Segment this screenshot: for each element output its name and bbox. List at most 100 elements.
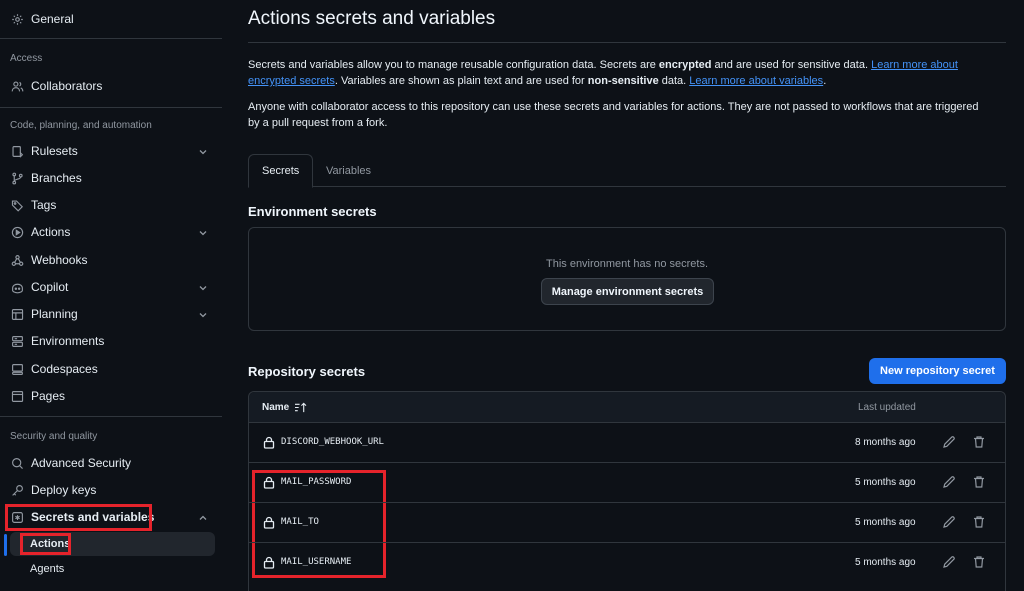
sidebar-item-label: General [31, 12, 74, 26]
table-row: DISCORD_WEBHOOK_URL 8 months ago [249, 423, 1005, 463]
sidebar-item-label: Webhooks [31, 253, 88, 267]
pencil-icon[interactable] [942, 475, 956, 489]
lock-icon [263, 436, 275, 449]
secret-name: MAIL_PASSWORD [281, 477, 352, 487]
sidebar-item-label: Branches [31, 171, 82, 185]
sidebar-item-planning[interactable]: Planning [4, 301, 216, 327]
chevron-down-icon [198, 309, 208, 319]
browser-icon [11, 390, 24, 403]
description-text: . Variables are shown as plain text and … [334, 75, 588, 87]
sidebar-item-general[interactable]: General [4, 6, 216, 32]
manage-environment-secrets-button[interactable]: Manage environment secrets [541, 278, 714, 305]
chevron-down-icon [198, 282, 208, 292]
secret-last-updated: 5 months ago [855, 557, 916, 568]
learn-more-variables-link[interactable]: Learn more about variables [689, 75, 823, 87]
lock-icon [263, 476, 275, 489]
sidebar-item-webhooks[interactable]: Webhooks [4, 247, 216, 273]
pencil-icon[interactable] [942, 435, 956, 449]
sidebar-item-label: Environments [31, 334, 105, 348]
secret-last-updated: 5 months ago [855, 517, 916, 528]
chevron-up-icon [198, 512, 208, 522]
repo-push-icon [11, 145, 24, 158]
lock-icon [263, 556, 275, 569]
tab-variables[interactable]: Variables [313, 154, 384, 187]
server-icon [11, 335, 24, 348]
sidebar-item-deploy-keys[interactable]: Deploy keys [4, 477, 216, 503]
description-text: . [823, 75, 827, 87]
collaborator-note: Anyone with collaborator access to this … [248, 101, 979, 129]
sidebar-item-collaborators[interactable]: Collaborators [4, 73, 216, 99]
sidebar-item-label: Actions [31, 225, 71, 239]
sidebar-item-label: Planning [31, 307, 78, 321]
sidebar-item-label: Copilot [31, 280, 69, 294]
highlight-box-actions [20, 533, 71, 555]
highlight-box-secrets [5, 504, 152, 531]
section-heading-code: Code, planning, and automation [10, 120, 152, 131]
sidebar-item-label: Codespaces [31, 362, 98, 376]
sidebar-item-label: Deploy keys [31, 483, 97, 497]
description-bold: non-sensitive [587, 75, 659, 87]
secret-name: DISCORD_WEBHOOK_URL [281, 437, 384, 447]
new-repository-secret-button[interactable]: New repository secret [869, 358, 1006, 384]
sidebar-subitem-agents[interactable]: Agents [10, 557, 215, 581]
description-text: and are used for sensitive data. [711, 59, 872, 71]
environment-secrets-panel: This environment has no secrets. Manage … [248, 227, 1006, 331]
tab-secrets[interactable]: Secrets [248, 154, 314, 188]
table-row: MAIL_USERNAME 5 months ago [249, 543, 1005, 583]
secret-last-updated: 8 months ago [855, 437, 916, 448]
sidebar-item-label: Pages [31, 389, 66, 403]
sidebar-item-advanced-security[interactable]: Advanced Security [4, 450, 216, 476]
sidebar-item-copilot[interactable]: Copilot [4, 274, 216, 300]
repository-secrets-table: Name Last updated DISCORD_WEBHOOK_URL 8 … [248, 391, 1006, 591]
sidebar-item-pages[interactable]: Pages [4, 383, 216, 409]
tab-label: Secrets [262, 165, 300, 177]
sidebar-item-tags[interactable]: Tags [4, 192, 216, 218]
sort-ascending-icon [295, 402, 307, 413]
secrets-variables-tabs: Secrets Variables [248, 154, 1006, 188]
empty-state-text: This environment has no secrets. [545, 258, 709, 270]
title-divider [248, 42, 1006, 43]
settings-sidebar: General Access Collaborators Code, plann… [0, 0, 222, 591]
description-paragraph: Secrets and variables allow you to manag… [248, 57, 988, 89]
gear-icon [11, 13, 24, 26]
lock-icon [263, 516, 275, 529]
copilot-icon [11, 281, 24, 294]
description-bold: encrypted [658, 59, 712, 71]
pencil-icon[interactable] [942, 555, 956, 569]
sidebar-item-label: Rulesets [31, 144, 78, 158]
sidebar-item-branches[interactable]: Branches [4, 165, 216, 191]
trash-icon[interactable] [972, 515, 986, 529]
active-indicator [4, 534, 7, 556]
git-branch-icon [11, 172, 24, 185]
trash-icon[interactable] [972, 475, 986, 489]
sidebar-item-label: Tags [31, 198, 57, 212]
sidebar-item-codespaces[interactable]: Codespaces [4, 356, 216, 382]
sidebar-divider [0, 107, 222, 108]
sidebar-item-actions[interactable]: Actions [4, 219, 216, 245]
table-row: MAIL_TO 5 months ago [249, 503, 1005, 543]
webhook-icon [11, 254, 24, 267]
table-header: Name Last updated [249, 392, 1005, 423]
chevron-down-icon [198, 227, 208, 237]
sidebar-item-label: Collaborators [31, 79, 103, 93]
description-text: Secrets and variables allow you to manag… [248, 59, 659, 71]
repository-secrets-heading: Repository secrets [248, 364, 366, 379]
shield-search-icon [11, 457, 24, 470]
key-icon [11, 484, 24, 497]
table-row: MAIL_PASSWORD 5 months ago [249, 463, 1005, 503]
codespaces-icon [11, 363, 24, 376]
secret-name: MAIL_USERNAME [281, 557, 352, 567]
sidebar-item-environments[interactable]: Environments [4, 328, 216, 354]
pencil-icon[interactable] [942, 515, 956, 529]
sidebar-item-rulesets[interactable]: Rulesets [4, 138, 216, 164]
column-header-name[interactable]: Name [262, 402, 307, 413]
environment-secrets-heading: Environment secrets [248, 204, 377, 219]
tag-icon [11, 199, 24, 212]
play-icon [11, 226, 24, 239]
secret-name: MAIL_TO [281, 517, 319, 527]
column-header-label: Name [262, 402, 290, 413]
page-title: Actions secrets and variables [248, 8, 496, 29]
trash-icon[interactable] [972, 555, 986, 569]
table-icon [11, 308, 24, 321]
trash-icon[interactable] [972, 435, 986, 449]
